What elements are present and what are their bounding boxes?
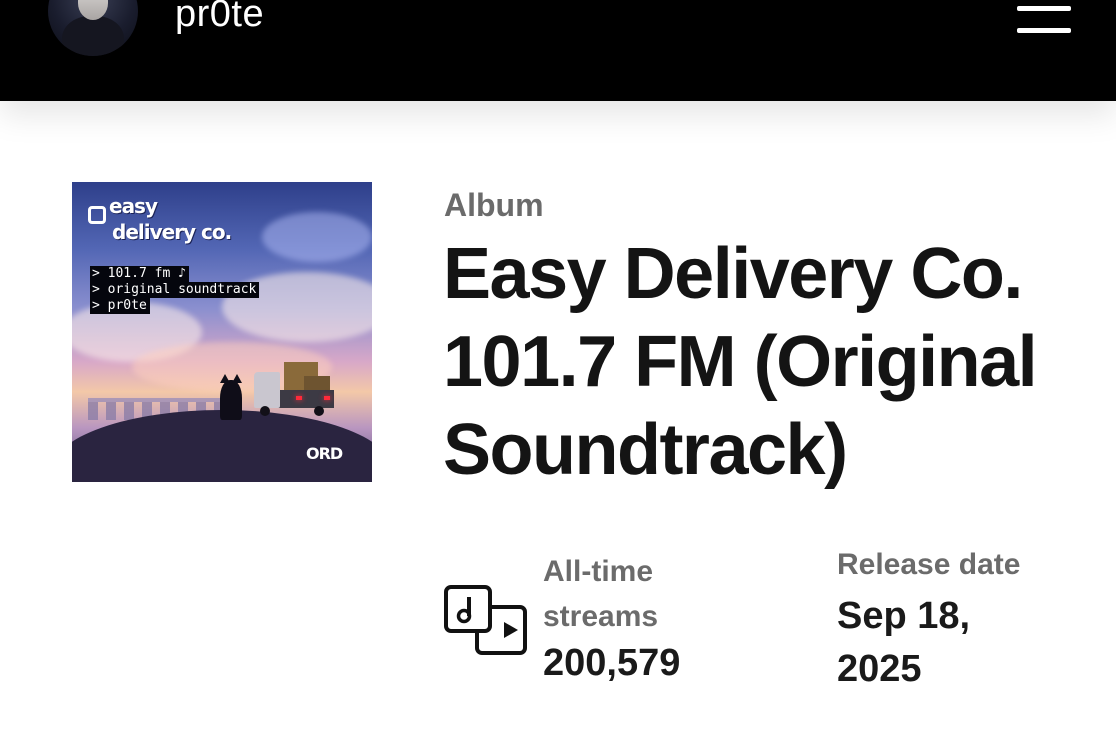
menu-line xyxy=(1017,28,1071,33)
delivery-truck xyxy=(254,362,334,416)
all-time-streams-label: All-time streams xyxy=(543,555,659,633)
truck-cab xyxy=(254,372,280,408)
artist-name[interactable]: pr0te xyxy=(175,0,264,34)
cover-logo-line2: delivery co. xyxy=(112,220,232,244)
cover-cloud xyxy=(262,212,372,262)
artist-avatar[interactable] xyxy=(48,0,138,56)
truck-cargo-box xyxy=(304,376,330,390)
release-date-value: Sep 18, 2025 xyxy=(837,595,971,690)
hamburger-menu-icon[interactable] xyxy=(1014,2,1074,38)
album-type-label: Album xyxy=(444,187,544,223)
terminal-line: > original soundtrack xyxy=(90,282,260,298)
truck-tail-light xyxy=(296,396,302,400)
cover-terminal-text: > 101.7 fm ♪ > original soundtrack > pr0… xyxy=(90,266,260,314)
truck-tail-light xyxy=(324,396,330,400)
release-date-label: Release date xyxy=(837,548,1021,581)
top-bar: pr0te xyxy=(0,0,1116,101)
music-streams-icon xyxy=(444,585,527,655)
cover-label-badge: ORD xyxy=(306,444,343,463)
cat-silhouette xyxy=(220,374,242,420)
truck-wheel xyxy=(260,406,270,416)
logo-mark-icon xyxy=(88,206,106,224)
cover-logo-line1: easy xyxy=(109,194,158,218)
avatar-body xyxy=(62,16,124,56)
terminal-line: > 101.7 fm ♪ xyxy=(90,266,189,282)
menu-line xyxy=(1017,6,1071,11)
album-title: Easy Delivery Co. 101.7 FM (Original Sou… xyxy=(443,234,1038,490)
truck-wheel xyxy=(314,406,324,416)
terminal-line: > pr0te xyxy=(90,298,150,314)
cover-logo: easy delivery co. xyxy=(88,194,232,244)
all-time-streams-value: 200,579 xyxy=(543,642,681,684)
album-cover[interactable]: easy delivery co. > 101.7 fm ♪ > origina… xyxy=(72,182,372,482)
